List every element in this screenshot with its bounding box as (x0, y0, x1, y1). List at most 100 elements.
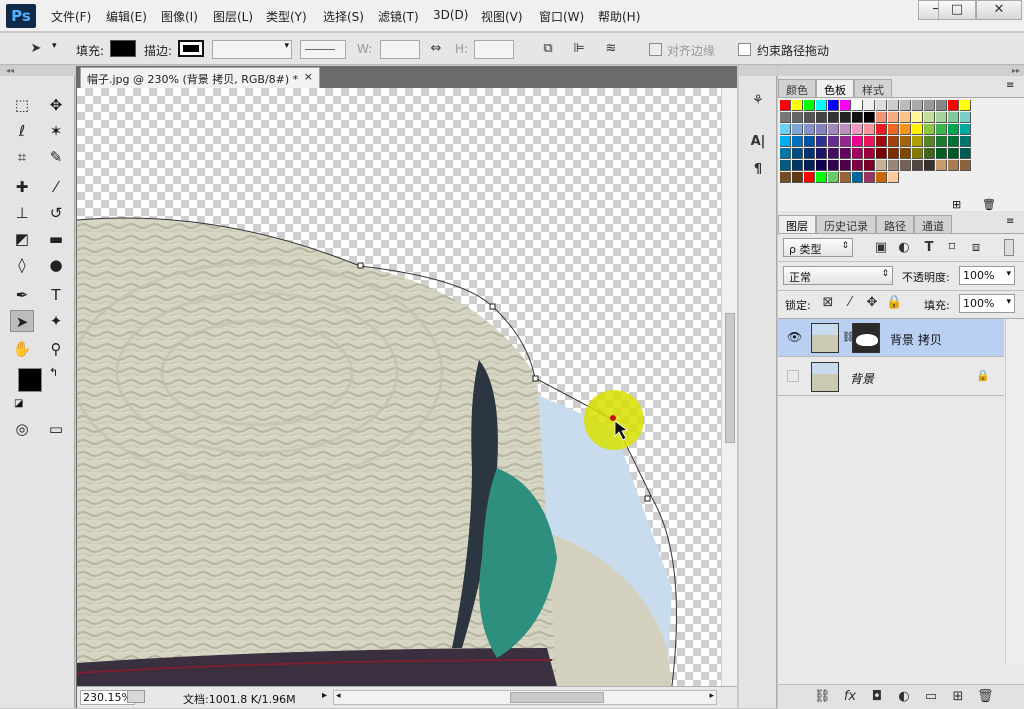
color-swatch[interactable] (936, 148, 947, 159)
color-swatch[interactable] (852, 160, 863, 171)
color-swatch[interactable] (852, 124, 863, 135)
filter-toggle[interactable] (1004, 239, 1014, 256)
color-swatch[interactable] (840, 148, 851, 159)
anchor-point[interactable] (357, 262, 364, 269)
color-swatch[interactable] (924, 136, 935, 147)
layers-scrollbar[interactable] (1005, 319, 1024, 664)
color-swatch[interactable] (912, 136, 923, 147)
lasso-tool-icon[interactable]: ℓ (10, 120, 34, 142)
color-swatch[interactable] (816, 136, 827, 147)
path-arrangement-icon[interactable]: ≋ (603, 41, 619, 57)
move-tool-icon[interactable]: ✥ (44, 94, 68, 116)
color-swatch[interactable] (828, 172, 839, 183)
color-swatch[interactable] (864, 112, 875, 123)
fill-dropdown-icon[interactable]: ▾ (1006, 297, 1011, 307)
lock-transparency-icon[interactable]: ⊠ (820, 295, 836, 311)
menu-type[interactable]: 类型(Y) (266, 8, 307, 25)
path-alignment-icon[interactable]: ⊫ (571, 41, 587, 57)
color-swatch[interactable] (804, 124, 815, 135)
tab-layers[interactable]: 图层 (778, 215, 816, 233)
anchor-point[interactable] (489, 303, 496, 310)
color-swatch[interactable] (816, 100, 827, 111)
layers-panel-menu-icon[interactable]: ≡ (1006, 216, 1014, 227)
layer-row-background[interactable]: 背景 🔒 (778, 358, 1004, 396)
color-swatch[interactable] (792, 172, 803, 183)
layer-name[interactable]: 背景 拷贝 (890, 331, 942, 348)
color-swatch[interactable] (840, 112, 851, 123)
layer-style-fx-icon[interactable]: fx (842, 689, 858, 705)
anchor-point[interactable] (532, 375, 539, 382)
path-select-tool-icon[interactable]: ➤ (28, 41, 44, 57)
layer-visibility-eye-icon[interactable]: 👁 (787, 330, 802, 344)
constrain-path-checkbox[interactable] (738, 43, 751, 56)
opacity-dropdown-icon[interactable]: ▾ (1006, 269, 1011, 279)
color-swatch[interactable] (816, 112, 827, 123)
color-swatch[interactable] (900, 100, 911, 111)
color-swatch[interactable] (948, 148, 959, 159)
color-swatch[interactable] (900, 136, 911, 147)
height-input[interactable] (474, 40, 514, 59)
color-swatch[interactable] (840, 124, 851, 135)
filter-shape-icon[interactable]: ⌑ (944, 240, 960, 256)
color-swatch[interactable] (840, 100, 851, 111)
vertical-scrollbar[interactable] (721, 88, 737, 686)
gradient-tool-icon[interactable]: ▬ (44, 228, 68, 250)
fill-color-swatch[interactable] (110, 40, 136, 57)
hscroll-thumb[interactable] (510, 692, 604, 703)
color-swatch[interactable] (948, 160, 959, 171)
color-swatch[interactable] (876, 160, 887, 171)
color-swatch[interactable] (792, 136, 803, 147)
color-swatch[interactable] (936, 136, 947, 147)
filter-smart-object-icon[interactable]: ⧈ (968, 240, 984, 256)
marquee-tool-icon[interactable]: ⬚ (10, 94, 34, 116)
color-swatch[interactable] (780, 124, 791, 135)
color-swatch[interactable] (960, 136, 971, 147)
color-swatch[interactable] (864, 172, 875, 183)
color-swatch[interactable] (888, 124, 899, 135)
color-swatch[interactable] (792, 100, 803, 111)
stroke-width-field[interactable]: ▾ (212, 40, 292, 59)
default-colors-icon[interactable]: ◪ (14, 398, 23, 409)
color-swatch[interactable] (792, 148, 803, 159)
screen-mode-icon[interactable]: ▭ (44, 418, 68, 440)
color-swatch[interactable] (900, 124, 911, 135)
color-swatch[interactable] (924, 112, 935, 123)
stroke-type-field[interactable] (300, 40, 346, 59)
align-edges-checkbox[interactable] (649, 43, 662, 56)
hand-tool-icon[interactable]: ✋ (10, 338, 34, 360)
panel-collapse-bar[interactable]: ◂◂ (0, 66, 75, 76)
lock-pixels-icon[interactable]: ⁄ (842, 295, 858, 311)
color-swatch[interactable] (876, 136, 887, 147)
tab-history[interactable]: 历史记录 (816, 215, 876, 233)
color-swatch[interactable] (948, 112, 959, 123)
path-selection-tool-icon[interactable]: ➤ (10, 310, 34, 332)
color-swatch[interactable] (816, 160, 827, 171)
color-swatch[interactable] (780, 112, 791, 123)
color-swatch[interactable] (864, 100, 875, 111)
canvas[interactable] (77, 88, 721, 686)
color-swatch[interactable] (804, 112, 815, 123)
swap-colors-icon[interactable]: ↰ (49, 366, 58, 379)
close-tab-icon[interactable]: × (304, 70, 313, 83)
color-swatch[interactable] (948, 100, 959, 111)
tab-paths[interactable]: 路径 (876, 215, 914, 233)
menu-edit[interactable]: 编辑(E) (106, 8, 147, 25)
color-swatch[interactable] (924, 100, 935, 111)
color-swatch[interactable] (924, 148, 935, 159)
color-swatch[interactable] (948, 124, 959, 135)
selected-anchor-point[interactable] (610, 415, 616, 421)
layer-row-background-copy[interactable]: 👁 ⛓ 背景 拷贝 (778, 319, 1004, 357)
document-tab[interactable]: 帽子.jpg @ 230% (背景 拷贝, RGB/8#) * × (80, 67, 320, 88)
color-swatch[interactable] (864, 136, 875, 147)
color-swatch[interactable] (924, 124, 935, 135)
path-operations-icon[interactable]: ⧉ (540, 41, 556, 57)
color-swatch[interactable] (804, 136, 815, 147)
tab-swatches[interactable]: 色板 (816, 79, 854, 97)
color-swatch[interactable] (828, 148, 839, 159)
color-swatch[interactable] (852, 172, 863, 183)
blur-tool-icon[interactable]: ◊ (10, 254, 34, 276)
fill-field[interactable]: 100% ▾ (959, 294, 1015, 313)
color-swatch[interactable] (852, 136, 863, 147)
color-swatch[interactable] (780, 136, 791, 147)
color-swatch[interactable] (900, 112, 911, 123)
